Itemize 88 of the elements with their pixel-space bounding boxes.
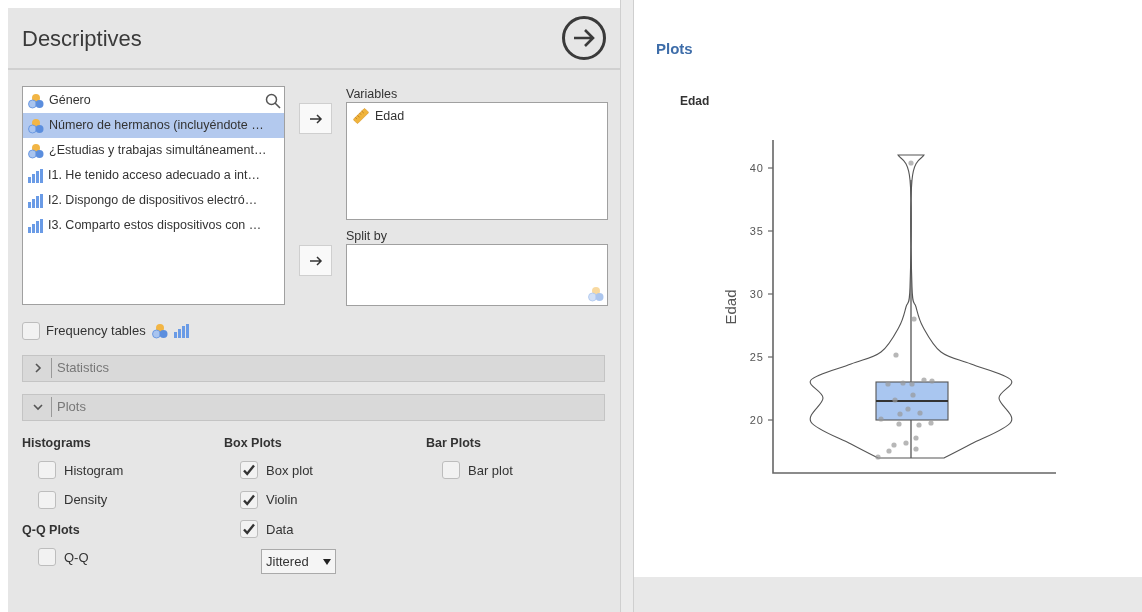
ordinal-variable-icon [28,193,43,208]
nominal-variable-icon [28,92,44,109]
data-point [875,453,881,460]
data-point [903,439,909,446]
checkbox-label: Frequency tables [46,322,146,340]
checkbox-label: Histogram [64,461,124,480]
data-point [913,445,919,452]
ruler-icon [353,108,369,125]
tick-label: 30 [749,287,764,300]
checkbox[interactable] [38,461,56,480]
move-arrow-button[interactable] [299,245,332,276]
data-point [917,409,923,416]
data-point [897,410,903,417]
variables-box[interactable]: Edad [346,102,608,220]
checkbox-label: Box plot [266,461,313,480]
data-point [913,434,919,441]
tick-label: 40 [749,161,764,174]
move-arrow-button[interactable] [299,103,332,134]
checkbox-label: Bar plot [468,461,513,480]
variable-name: I2. Dispongo de dispositivos electró… [48,192,259,210]
data-point [921,376,927,383]
ordinal-variable-icon [28,218,43,233]
variable-list-item[interactable]: Número de hermanos (incluyéndote … [23,113,284,138]
checkbox[interactable] [22,321,40,340]
data-point [896,420,902,427]
checkbox-label: Violin [266,491,298,509]
nominal-variable-icon [28,117,44,134]
search-icon[interactable] [265,92,281,109]
checkbox[interactable] [240,490,258,509]
variable-list-item[interactable]: I3. Comparto estos dispositivos con … [23,213,284,238]
group-heading: Histograms [22,434,92,451]
field-label: Split by [346,228,388,244]
data-point [916,421,922,428]
checkbox-label: Data [266,520,294,539]
checkbox[interactable] [442,461,460,480]
lower-whisker [910,418,912,459]
variable-name: Número de hermanos (incluyéndote … [49,117,265,135]
panel-title: Descriptives [22,24,142,53]
tick-label: 35 [749,224,764,237]
data-point [909,380,915,387]
arrow-circle-button[interactable] [562,16,606,60]
nominal-variable-icon [588,286,604,302]
data-point [911,315,917,322]
variable-list-item[interactable]: Género [23,88,284,113]
checkbox-label: Density [64,491,108,509]
axis-label: Edad [722,289,739,324]
checkbox[interactable] [38,490,56,509]
checkbox[interactable] [240,461,258,480]
variable-list-item[interactable]: ¿Estudias y trabajas simultáneament… [23,138,284,163]
data-point [885,380,891,387]
caret-icon [323,558,331,565]
data-point [928,419,934,426]
group-heading: Box Plots [224,434,283,451]
data-point [892,396,898,403]
variable-name: I1. He tenido acceso adecuado a int… [48,167,261,185]
nominal-variable-icon [151,322,168,339]
data-point [910,391,916,398]
variable-name: I3. Comparto estos dispositivos con … [48,217,263,235]
arrow-right-icon [308,254,323,267]
dropdown[interactable]: Jittered [261,549,336,574]
group-heading: Bar Plots [426,434,482,451]
checkbox[interactable] [240,520,258,539]
ordinal-variable-icon [28,168,43,183]
data-point [905,405,911,412]
field-label: Variables [346,86,399,102]
data-point [929,377,935,384]
ordinal-variable-icon [173,323,189,338]
tick-label: 20 [749,413,764,426]
variable-name: Género [49,92,92,110]
variable-name: ¿Estudias y trabajas simultáneament… [49,142,268,160]
data-point [893,351,899,358]
arrow-right-icon [308,112,323,125]
group-heading: Q-Q Plots [22,521,81,538]
split-by-box[interactable] [346,244,608,306]
data-point [878,415,884,422]
variable-name: Edad [375,108,405,125]
data-point [900,379,906,386]
data-point [908,159,914,166]
checkbox[interactable] [38,548,56,567]
results-heading: Plots [656,39,694,59]
plot-title: Edad [680,92,711,110]
variable-list-item[interactable]: I2. Dispongo de dispositivos electró… [23,188,284,213]
checkbox-label: Q-Q [64,548,89,567]
upper-whisker [910,342,912,383]
arrow-right-icon [572,28,596,48]
nominal-variable-icon [28,142,44,159]
variable-list-item[interactable]: I1. He tenido acceso adecuado a int… [23,163,284,188]
tick-label: 25 [749,350,764,363]
